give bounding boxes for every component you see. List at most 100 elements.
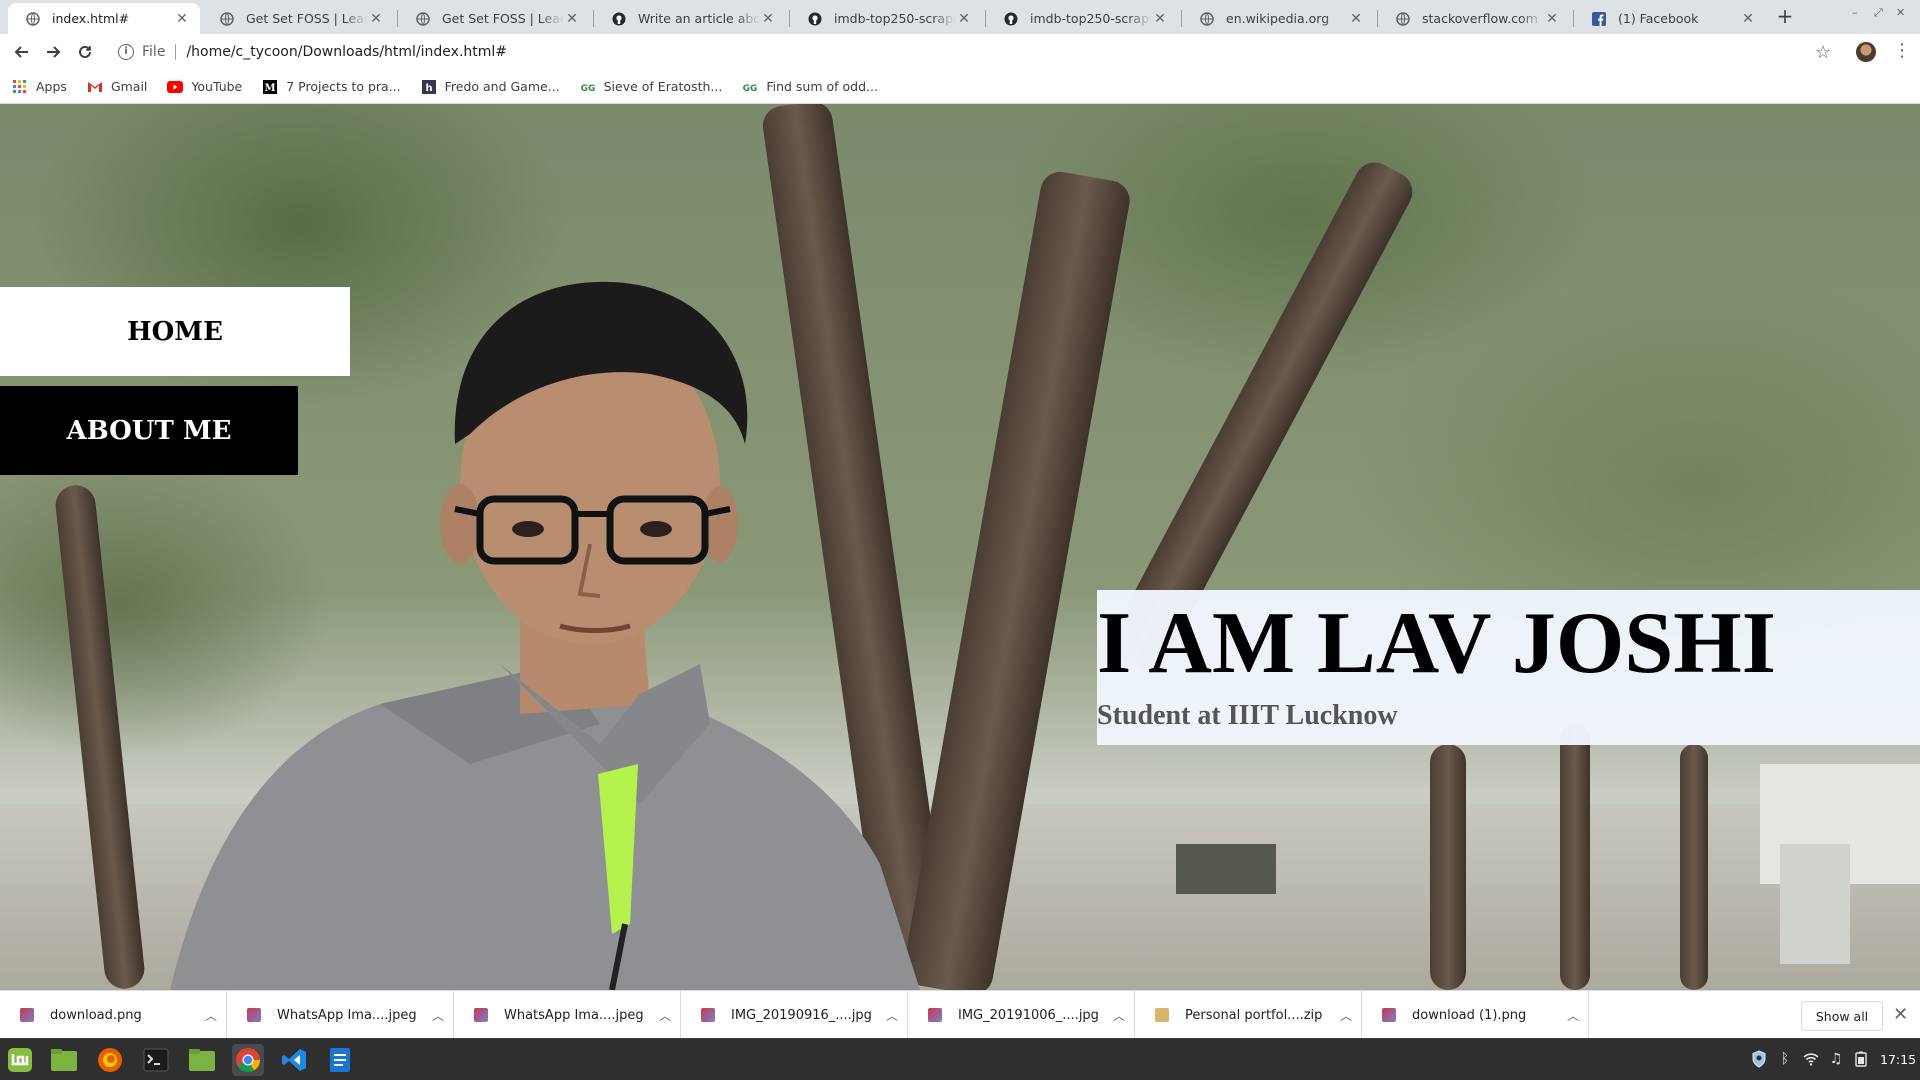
text-editor-icon[interactable] [324,1044,356,1076]
files-icon[interactable] [48,1044,80,1076]
tab-close-icon[interactable]: ✕ [1348,11,1364,27]
tab-close-icon[interactable]: ✕ [760,11,776,27]
bookmark-apps[interactable]: Apps [12,79,67,95]
bookmark-medium[interactable]: M 7 Projects to pra... [262,79,401,95]
show-all-button[interactable]: Show all [1801,1001,1883,1031]
globe-icon [1200,11,1214,26]
globe-icon [26,11,40,26]
mint-menu-icon[interactable] [4,1044,36,1076]
divider [175,44,177,60]
chevron-up-icon[interactable]: ︿ [1331,1007,1361,1024]
url-scheme: File [142,44,166,60]
tab-write-article[interactable]: Write an article about ✕ [594,3,786,34]
music-note-icon[interactable]: ♫ [1827,1050,1845,1068]
chevron-up-icon[interactable]: ︿ [1558,1007,1588,1024]
tab-facebook[interactable]: (1) Facebook ✕ [1574,3,1766,34]
chevron-up-icon[interactable]: ︿ [877,1007,907,1024]
close-icon[interactable]: ✕ [1893,1004,1908,1025]
tab-imdb-scraper-1[interactable]: imdb-top250-scraper/ ✕ [790,3,982,34]
bookmark-youtube[interactable]: YouTube [167,79,242,95]
svg-text:GG: GG [580,84,595,92]
browser-toolbar: i File /home/c_tycoon/Downloads/html/ind… [0,34,1920,70]
new-tab-button[interactable]: + [1774,6,1796,28]
tab-title: Get Set FOSS | Leader [442,11,564,26]
tab-stackoverflow[interactable]: stackoverflow.com ✕ [1378,3,1570,34]
chevron-up-icon[interactable]: ︿ [1104,1007,1134,1024]
archive-file-icon [1155,1008,1169,1022]
tab-title: Write an article about [638,11,760,26]
files-icon[interactable] [186,1044,218,1076]
bookmark-label: Find sum of odd... [766,79,878,94]
bookmark-star-icon[interactable]: ☆ [1815,42,1831,63]
background-tree-trunk [1560,724,1590,990]
chrome-icon[interactable] [232,1044,264,1076]
gmail-icon [87,79,103,95]
download-item[interactable]: IMG_20191006_....jpg ︿ [908,991,1135,1039]
battery-icon[interactable] [1852,1050,1870,1068]
tab-close-icon[interactable]: ✕ [368,11,384,27]
download-item[interactable]: WhatsApp Ima....jpeg ︿ [454,991,681,1039]
terminal-icon[interactable] [140,1044,172,1076]
geeksforgeeks-icon: GG [580,79,596,95]
tab-close-icon[interactable]: ✕ [1152,11,1168,27]
firefox-icon[interactable] [94,1044,126,1076]
youtube-icon [167,79,184,95]
wifi-icon[interactable] [1802,1050,1820,1068]
reload-button[interactable] [73,40,97,64]
bookmark-label: YouTube [191,79,243,94]
nav-about-me-button[interactable]: ABOUT ME [0,386,298,475]
github-icon [808,12,822,26]
tab-close-icon[interactable]: ✕ [956,11,972,27]
bookmark-label: 7 Projects to pra... [286,79,401,94]
bookmark-gmail[interactable]: Gmail [87,79,147,95]
menu-kebab-icon[interactable]: ⋮ [1893,41,1911,61]
download-filename: Personal portfol....zip [1185,1007,1323,1023]
address-bar[interactable]: i File /home/c_tycoon/Downloads/html/ind… [108,37,1808,67]
back-button[interactable] [10,40,34,64]
chevron-up-icon[interactable]: ︿ [650,1007,680,1024]
profile-avatar[interactable] [1856,42,1876,62]
tab-close-icon[interactable]: ✕ [564,11,580,27]
tab-get-set-foss-1[interactable]: Get Set FOSS | Leader ✕ [202,3,394,34]
bookmark-hackerearth[interactable]: h Fredo and Game... [421,79,560,95]
arrow-right-icon [47,46,61,58]
clock[interactable]: 17:15 [1880,1052,1916,1067]
shield-icon[interactable] [1750,1050,1768,1068]
bookmark-find-sum[interactable]: GG Find sum of odd... [742,79,878,95]
hero-subtitle: Student at IIIT Lucknow [1097,700,1398,731]
bookmark-label: Sieve of Eratosth... [603,79,723,94]
tab-close-icon[interactable]: ✕ [174,11,190,27]
nav-home-button[interactable]: HOME [0,287,350,376]
bookmark-sieve[interactable]: GG Sieve of Eratosth... [580,79,723,95]
download-item[interactable]: download.png ︿ [0,991,227,1039]
download-item[interactable]: IMG_20190916_....jpg ︿ [681,991,908,1039]
maximize-icon[interactable]: ⤢ [1874,6,1883,20]
tab-wikipedia[interactable]: en.wikipedia.org ✕ [1182,3,1374,34]
bluetooth-icon[interactable]: ᛒ [1776,1050,1794,1068]
nav-home-label: HOME [127,316,223,347]
bookmarks-bar: Apps Gmail YouTube M 7 Projects to pra..… [0,70,1920,104]
background-tree-trunk [1430,744,1466,990]
background-bench [1176,844,1276,894]
tab-title: Get Set FOSS | Leader [246,11,368,26]
hackerearth-icon: h [421,79,437,95]
download-shelf: download.png ︿ WhatsApp Ima....jpeg ︿ Wh… [0,990,1920,1039]
tab-close-icon[interactable]: ✕ [1740,11,1756,27]
forward-button[interactable] [41,40,65,64]
vscode-icon[interactable] [278,1044,310,1076]
tab-index-html[interactable]: index.html# ✕ [8,3,200,34]
tab-imdb-scraper-2[interactable]: imdb-top250-scraper/ ✕ [986,3,1178,34]
chevron-up-icon[interactable]: ︿ [423,1007,453,1024]
bookmark-label: Apps [36,79,67,94]
facebook-icon [1592,11,1606,26]
download-item[interactable]: WhatsApp Ima....jpeg ︿ [227,991,454,1039]
download-item[interactable]: Personal portfol....zip ︿ [1135,991,1362,1039]
window-close-icon[interactable]: ✕ [1896,6,1905,19]
download-item[interactable]: download (1).png ︿ [1362,991,1589,1039]
minimize-icon[interactable]: – [1852,6,1858,19]
tab-get-set-foss-2[interactable]: Get Set FOSS | Leader ✕ [398,3,590,34]
tab-close-icon[interactable]: ✕ [1544,11,1560,27]
info-icon[interactable]: i [118,44,134,60]
reload-icon [79,45,91,58]
chevron-up-icon[interactable]: ︿ [196,1007,226,1024]
